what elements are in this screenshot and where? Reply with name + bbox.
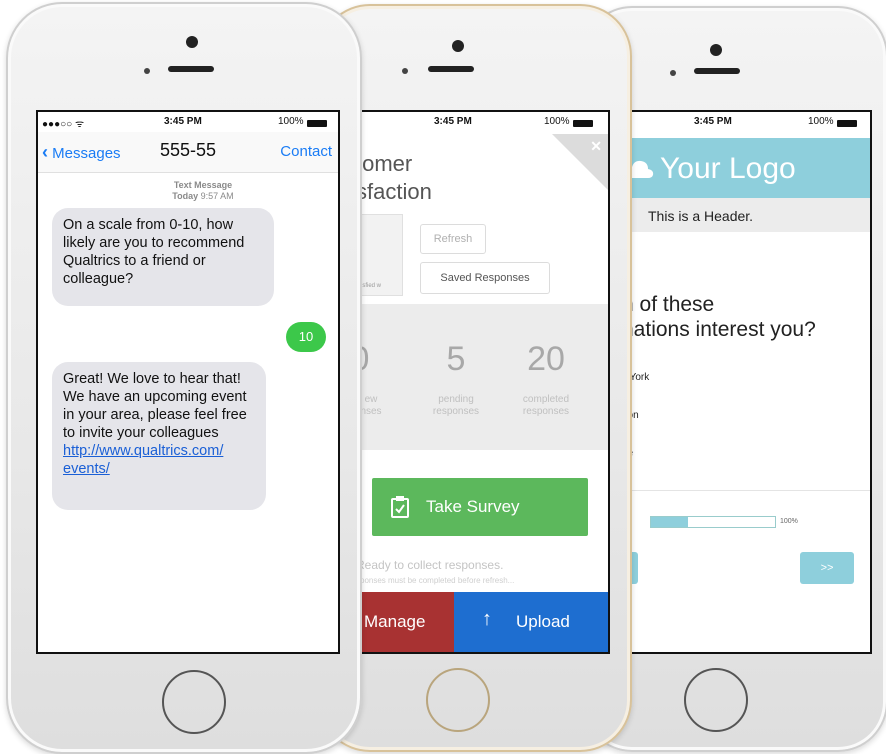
proximity-sensor [144,68,150,74]
upload-label: Upload [516,612,570,631]
nav-bar: ‹ Messages 555-55 Contact [38,132,338,173]
battery-icon [306,120,327,127]
front-camera [452,40,464,52]
status-battery: 100% [808,116,857,127]
header-bar: This is a Header. [622,198,870,232]
progress-track [650,516,776,528]
status-bar: 3:45 PM 100% [622,112,870,130]
status-bar: ●●●○○ ᯤ 3:45 PM 100% [38,112,338,130]
incoming-message-answer: Great! We love to hear that! We have an … [52,362,266,510]
question-line-1: h of these [622,293,715,316]
battery-icon [572,120,593,127]
header-text: This is a Header. [648,208,754,224]
survey-title: tomer sfaction [356,150,432,206]
manage-label: Manage [364,612,426,631]
logo-banner: Your Logo [622,138,870,198]
saved-responses-button[interactable]: Saved Responses [420,262,550,294]
status-time: 3:45 PM [434,116,472,127]
phone-left-screen: ●●●○○ ᯤ 3:45 PM 100% ‹ Messages 555-55 C… [36,110,340,654]
earpiece-speaker [428,66,474,72]
message-meta-type: Text Message [173,180,233,190]
event-link[interactable]: http://www.qualtrics.com/ events/ [63,443,223,477]
battery-icon [836,120,857,127]
survey-title-line-2: sfaction [356,179,432,204]
stat-pending-label: pending responses [432,394,480,417]
take-survey-button[interactable]: Take Survey [372,478,588,536]
message-meta: Text Message Today 9:57 AM [38,180,338,202]
status-time: 3:45 PM [694,116,732,127]
back-button[interactable]: ‹ Messages [42,142,121,163]
upload-button[interactable]: ↑ Upload [454,592,608,652]
refresh-note: sponses must be completed before refresh… [356,576,515,585]
proximity-sensor [402,68,408,74]
clipboard-icon [391,496,409,518]
status-bar: 3:45 PM 100% [356,112,608,130]
conversation-title: 555-55 [160,140,217,160]
home-button[interactable] [426,668,490,732]
divider [622,490,870,491]
refresh-button[interactable]: Refresh [420,224,486,254]
logo-text: Your Logo [660,152,796,185]
stat-pending-number: 5 [446,340,466,378]
ready-text: Ready to collect responses. [356,558,504,572]
message-meta-time: Today 9:57 AM [172,191,234,201]
front-camera [186,36,198,48]
answer-text: Great! We love to hear that! We have an … [63,371,247,441]
stats-panel: 0 ewnses 5 pendingresponses 20 completed… [356,304,608,450]
question-text: h of these nations interest you? [622,292,816,342]
survey-title-line-1: tomer [356,151,413,176]
question-line-2: nations interest you? [622,318,816,341]
chevron-left-icon: ‹ [42,142,48,162]
take-survey-label: Take Survey [426,497,520,516]
manage-button[interactable]: Manage [356,592,454,652]
survey-thumbnail: atisfied w [356,214,403,296]
next-button-label: >> [820,562,834,574]
status-time: 3:45 PM [164,116,202,127]
next-button[interactable]: >> [800,552,854,584]
earpiece-speaker [168,66,214,72]
incoming-message-question: On a scale from 0-10, how likely are you… [52,208,274,306]
status-battery: 100% [544,116,593,127]
progress-fill [651,517,689,527]
contact-button[interactable]: Contact [280,143,332,160]
phone-right-screen: 3:45 PM 100% Your Logo This is a Header.… [620,110,872,654]
home-button[interactable] [684,668,748,732]
proximity-sensor [670,70,676,76]
status-carrier: ●●●○○ ᯤ [42,119,85,130]
outgoing-message-reply: 10 [286,322,326,352]
back-button-label: Messages [52,145,121,162]
progress-bar: 0% 100% [622,512,870,532]
upload-arrow-icon: ↑ [482,608,492,630]
stat-completed-number: 20 [527,340,565,378]
home-button[interactable] [162,670,226,734]
front-camera [710,44,722,56]
close-icon[interactable]: ✕ [590,138,602,155]
status-battery: 100% [278,116,327,127]
phone-middle-screen: 3:45 PM 100% ✕ tomer sfaction atisfied w… [354,110,610,654]
earpiece-speaker [694,68,740,74]
stat-completed-label: completed responses [522,394,570,417]
progress-end-label: 100% [780,518,798,525]
